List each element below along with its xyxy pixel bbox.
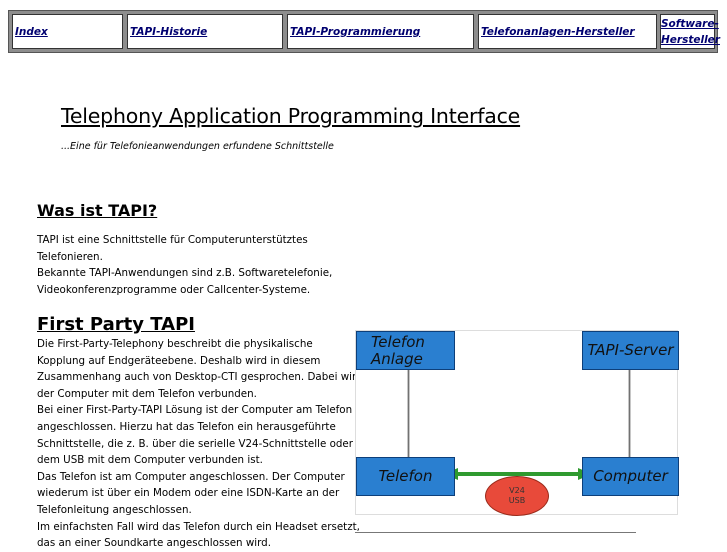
link-v24-usb: V24 USB: [485, 476, 549, 516]
text-line: Bei einer First-Party-TAPI Lösung ist de…: [37, 404, 353, 417]
nav-link-software-hersteller-label-line1: Software-: [661, 18, 719, 30]
box-tapi-server: TAPI-Server: [582, 331, 679, 370]
box-telefonanlage-line1: Telefon: [371, 332, 425, 351]
link-label-usb: USB: [508, 496, 526, 505]
nav-link-tapi-programmierung-label: TAPI-Programmierung: [290, 25, 421, 38]
top-navigation-bar: Index TAPI-Historie TAPI-Programmierung …: [8, 10, 720, 53]
nav-link-tapi-programmierung[interactable]: TAPI-Programmierung: [287, 14, 474, 49]
box-telefon: Telefon: [356, 457, 455, 496]
text-line: Videokonferenzprogramme oder Callcenter-…: [37, 283, 311, 296]
nav-link-tapi-historie[interactable]: TAPI-Historie: [127, 14, 283, 49]
box-tapi-server-label: TAPI-Server: [587, 341, 674, 359]
text-line: der Computer mit dem Telefon verbunden.: [37, 387, 257, 400]
box-telefonanlage-line2: Anlage: [371, 349, 423, 368]
link-label-v24: V24: [509, 486, 525, 495]
text-line: Schnittstelle, die z. B. über die seriel…: [37, 437, 353, 450]
text-line: das an einer Soundkarte angeschlossen wi…: [37, 537, 271, 550]
box-computer-label: Computer: [593, 467, 668, 485]
box-computer: Computer: [582, 457, 679, 496]
nav-link-tapi-historie-label: TAPI-Historie: [130, 25, 208, 38]
text-line: dem USB mit dem Computer verbunden ist.: [37, 454, 263, 467]
section-text-first-party-tapi: Die First-Party-Telephony beschreibt die…: [37, 336, 363, 552]
nav-link-index-label: Index: [15, 25, 48, 38]
nav-link-software-hersteller[interactable]: Software- Hersteller: [660, 14, 720, 49]
section-heading-was-ist-tapi: Was ist TAPI?: [37, 201, 158, 220]
nav-link-index[interactable]: Index: [12, 14, 123, 49]
box-telefonanlage: Telefon Anlage: [356, 331, 455, 370]
text-line: Das Telefon ist am Computer angeschlosse…: [37, 470, 345, 483]
text-line: Kopplung auf Endgeräteebene. Deshalb wir…: [37, 354, 321, 367]
nav-link-software-hersteller-label-line2: Hersteller: [661, 34, 720, 46]
box-telefon-label: Telefon: [378, 467, 433, 485]
text-line: Telefonleitung angeschlossen.: [37, 503, 192, 516]
nav-link-telefonanlagen-hersteller-label: Telefonanlagen-Hersteller: [481, 25, 635, 38]
text-line: Die First-Party-Telephony beschreibt die…: [37, 338, 313, 350]
section-text-was-ist-tapi: TAPI ist eine Schnittstelle für Computer…: [37, 232, 332, 298]
horizontal-divider: [355, 532, 636, 533]
text-line: wiederum ist über ein Modem oder eine IS…: [37, 487, 340, 500]
page-title: Telephony Application Programming Interf…: [61, 104, 521, 128]
text-line: Zusammenhang auch von Desktop-CTI gespro…: [37, 371, 363, 384]
text-line: Telefonieren.: [37, 250, 103, 263]
text-line: Bekannte TAPI-Anwendungen sind z.B. Soft…: [37, 267, 333, 280]
text-line: TAPI ist eine Schnittstelle für Computer…: [37, 234, 308, 246]
page-subtitle: ...Eine für Telefonieanwendungen erfunde…: [61, 141, 334, 152]
first-party-tapi-diagram: Telefon Anlage TAPI-Server Telefon Compu…: [355, 330, 679, 516]
text-line: angeschlossen. Hierzu hat das Telefon ei…: [37, 420, 336, 433]
connector-server-computer: [628, 369, 631, 461]
connector-anlage-telefon: [407, 369, 410, 461]
nav-link-telefonanlagen-hersteller[interactable]: Telefonanlagen-Hersteller: [478, 14, 657, 49]
section-heading-first-party-tapi: First Party TAPI: [37, 314, 195, 335]
text-line: Im einfachsten Fall wird das Telefon dur…: [37, 520, 360, 533]
